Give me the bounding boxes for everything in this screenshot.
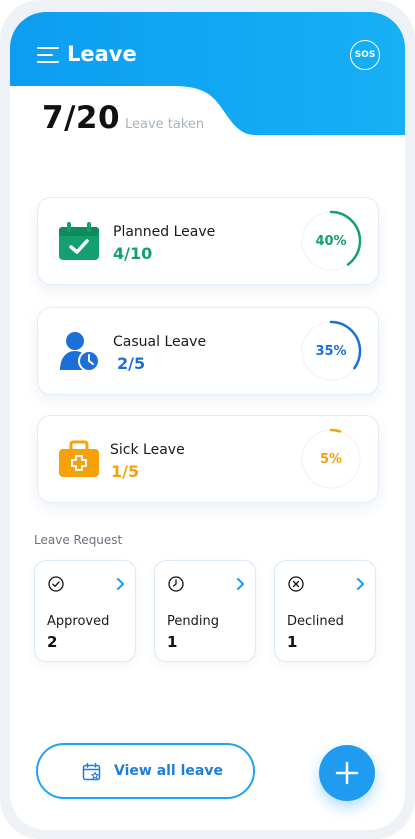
- leave-taken-count: 7/20: [42, 100, 121, 136]
- view-all-leave-label: View all leave: [114, 763, 223, 779]
- progress-ring: 40%: [300, 210, 362, 272]
- request-label: Approved: [47, 614, 110, 629]
- progress-percent: 35%: [315, 343, 347, 359]
- medical-kit-icon: [59, 440, 99, 477]
- progress-percent: 5%: [319, 451, 343, 467]
- sick-leave-card[interactable]: Sick Leave 1/5 5%: [37, 415, 379, 503]
- request-approved[interactable]: Approved 2: [34, 560, 136, 662]
- check-circle-icon: [48, 576, 64, 592]
- card-name: Casual Leave: [113, 334, 207, 350]
- card-name: Sick Leave: [110, 442, 185, 458]
- card-count: 2/5: [117, 354, 146, 373]
- request-label: Declined: [287, 614, 344, 629]
- app-screen: Leave SOS 7/20 Leave taken Planned Leave…: [10, 12, 405, 830]
- calendar-check-icon: [59, 222, 99, 260]
- request-declined[interactable]: Declined 1: [274, 560, 376, 662]
- planned-leave-card[interactable]: Planned Leave 4/10 40%: [37, 197, 379, 285]
- calendar-star-icon: [82, 762, 101, 781]
- menu-icon[interactable]: [37, 47, 61, 65]
- add-leave-button[interactable]: [319, 745, 375, 801]
- chevron-right-icon[interactable]: [236, 578, 245, 590]
- casual-leave-card[interactable]: Casual Leave 2/5 35%: [37, 307, 379, 395]
- request-count: 2: [47, 633, 58, 651]
- user-clock-icon: [60, 332, 100, 372]
- clock-icon: [168, 576, 184, 592]
- phone-frame: Leave SOS 7/20 Leave taken Planned Leave…: [0, 0, 415, 839]
- plus-icon: [335, 761, 359, 785]
- card-count: 4/10: [113, 244, 153, 263]
- request-label: Pending: [167, 614, 219, 629]
- chevron-right-icon[interactable]: [116, 578, 125, 590]
- leave-request-heading: Leave Request: [34, 533, 123, 547]
- card-count: 1/5: [111, 462, 140, 481]
- view-all-leave-button[interactable]: View all leave: [36, 743, 255, 799]
- request-count: 1: [287, 633, 298, 651]
- leave-taken-label: Leave taken: [125, 117, 205, 132]
- page-title: Leave: [67, 42, 137, 66]
- x-circle-icon: [288, 576, 304, 592]
- progress-percent: 40%: [315, 233, 347, 249]
- request-pending[interactable]: Pending 1: [154, 560, 256, 662]
- card-name: Planned Leave: [113, 224, 216, 240]
- progress-ring: 5%: [300, 428, 362, 490]
- sos-button[interactable]: SOS: [350, 40, 380, 70]
- chevron-right-icon[interactable]: [356, 578, 365, 590]
- request-count: 1: [167, 633, 178, 651]
- progress-ring: 35%: [300, 320, 362, 382]
